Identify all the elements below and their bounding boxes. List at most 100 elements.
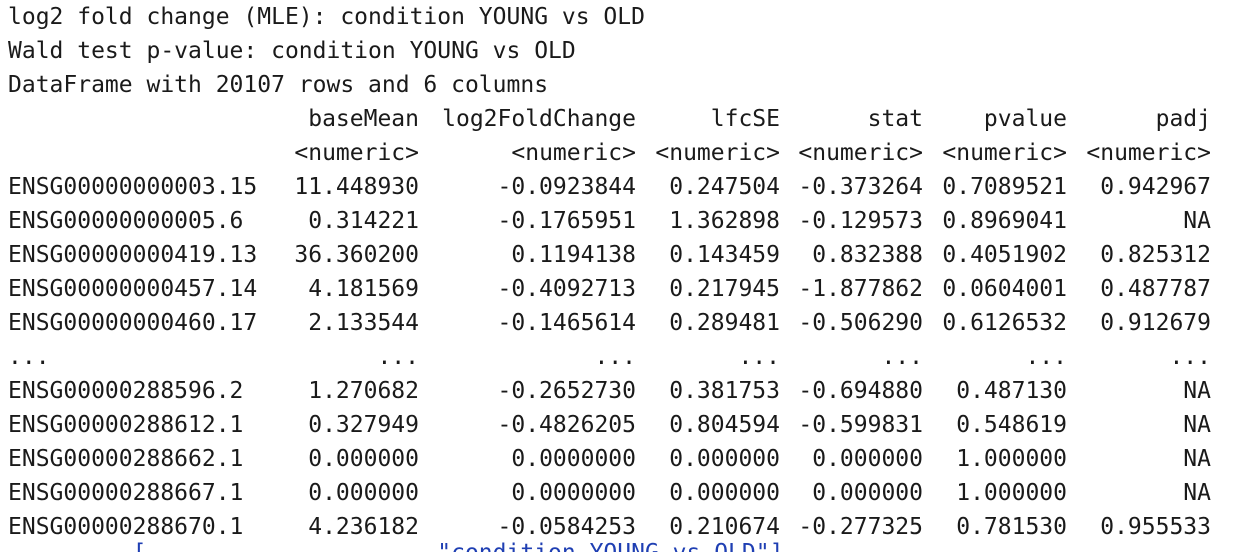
table-row: ENSG00000000003.15 11.448930 -0.0923844 … — [8, 170, 1228, 204]
padj-cell: 0.487787 — [1100, 276, 1211, 302]
pvalue-cell: 0.0604001 — [942, 276, 1067, 302]
pvalue-cell: 1.000000 — [956, 480, 1067, 506]
table-row: ENSG00000288596.2 1.270682 -0.2652730 0.… — [8, 374, 1228, 408]
stat-cell: -0.129573 — [798, 208, 923, 234]
log2foldchange-cell: -0.2652730 — [497, 378, 636, 404]
lfcse-cell: 0.247504 — [669, 174, 780, 200]
column-header-log2foldchange: log2FoldChange — [442, 106, 636, 132]
log2foldchange-cell: -0.0923844 — [497, 174, 636, 200]
table-row: ENSG00000000460.17 2.133544 -0.1465614 0… — [8, 306, 1228, 340]
column-header-stat: stat — [867, 106, 923, 132]
lfcse-cell: 1.362898 — [669, 208, 780, 234]
log2foldchange-cell: -0.1465614 — [497, 310, 636, 336]
log2foldchange-cell: 0.1194138 — [511, 242, 636, 268]
console-output: log2 fold change (MLE): condition YOUNG … — [8, 0, 1228, 544]
lfcse-cell: 0.217945 — [669, 276, 780, 302]
lfcse-cell: 0.381753 — [669, 378, 780, 404]
gene-id-cell: ENSG00000000460.17 — [8, 310, 258, 336]
basemean-cell: 1.270682 — [308, 378, 419, 404]
stat-cell: 0.000000 — [812, 480, 923, 506]
gene-id-cell: ENSG00000000457.14 — [8, 276, 258, 302]
column-header-padj: padj — [1155, 106, 1211, 132]
stat-cell: -0.373264 — [798, 174, 923, 200]
padj-cell: NA — [1183, 480, 1211, 506]
padj-cell: NA — [1183, 412, 1211, 438]
lfcse-cell: 0.000000 — [669, 480, 780, 506]
basemean-cell: 0.327949 — [308, 412, 419, 438]
column-type-log2foldchange: <numeric> — [511, 140, 636, 166]
log2foldchange-cell: -0.4092713 — [497, 276, 636, 302]
gene-id-cell: ENSG00000000419.13 — [8, 242, 258, 268]
column-type-pvalue: <numeric> — [942, 140, 1067, 166]
ellipsis-cell: ... — [1025, 344, 1067, 370]
column-header-pvalue: pvalue — [983, 106, 1067, 132]
stat-cell: -0.599831 — [798, 412, 923, 438]
basemean-cell: 0.000000 — [308, 446, 419, 472]
stat-cell: -1.877862 — [798, 276, 923, 302]
test-description: Wald test p-value: condition YOUNG vs OL… — [8, 38, 576, 64]
basemean-cell: 4.181569 — [308, 276, 419, 302]
ellipsis-cell: ... — [8, 344, 50, 370]
log2foldchange-cell: -0.4826205 — [497, 412, 636, 438]
ellipsis-cell: ... — [1169, 344, 1211, 370]
log2foldchange-cell: -0.1765951 — [497, 208, 636, 234]
table-type-row: <numeric> <numeric> <numeric> <numeric> … — [8, 136, 1228, 170]
dataframe-summary: DataFrame with 20107 rows and 6 columns — [8, 72, 549, 98]
gene-id-cell: ENSG00000288612.1 — [8, 412, 244, 438]
pvalue-cell: 0.548619 — [956, 412, 1067, 438]
table-row: ENSG00000000005.6 0.314221 -0.1765951 1.… — [8, 204, 1228, 238]
column-type-lfcse: <numeric> — [655, 140, 780, 166]
padj-cell: NA — [1183, 378, 1211, 404]
pvalue-cell: 0.6126532 — [942, 310, 1067, 336]
pvalue-cell: 0.4051902 — [942, 242, 1067, 268]
column-header-rowname — [8, 102, 283, 136]
basemean-cell: 0.314221 — [308, 208, 419, 234]
gene-id-cell: ENSG00000288596.2 — [8, 378, 244, 404]
gene-id-cell: ENSG00000288667.1 — [8, 480, 244, 506]
table-row: ENSG00000288612.1 0.327949 -0.4826205 0.… — [8, 408, 1228, 442]
results-description: log2 fold change (MLE): condition YOUNG … — [8, 4, 645, 30]
lfcse-cell: 0.289481 — [669, 310, 780, 336]
column-header-basemean: baseMean — [308, 106, 419, 132]
column-header-lfcse: lfcSE — [710, 106, 780, 132]
column-type-stat: <numeric> — [798, 140, 923, 166]
column-type-padj: <numeric> — [1086, 140, 1211, 166]
pvalue-cell: 0.487130 — [956, 378, 1067, 404]
table-row: ENSG00000000419.13 36.360200 0.1194138 0… — [8, 238, 1228, 272]
ellipsis-cell: ... — [377, 344, 419, 370]
log2foldchange-cell: 0.0000000 — [511, 446, 636, 472]
column-type-basemean: <numeric> — [294, 140, 419, 166]
basemean-cell: 11.448930 — [294, 174, 419, 200]
padj-cell: 0.912679 — [1100, 310, 1211, 336]
stat-cell: -0.506290 — [798, 310, 923, 336]
table-header-row: baseMean log2FoldChange lfcSE stat pvalu… — [8, 102, 1228, 136]
gene-id-cell: ENSG00000288662.1 — [8, 446, 244, 472]
table-row: ENSG00000288667.1 0.000000 0.0000000 0.0… — [8, 476, 1228, 510]
basemean-cell: 36.360200 — [294, 242, 419, 268]
padj-cell: NA — [1183, 208, 1211, 234]
stat-cell: 0.832388 — [812, 242, 923, 268]
column-type-rowname — [8, 136, 283, 170]
padj-cell: 0.942967 — [1100, 174, 1211, 200]
stat-cell: -0.694880 — [798, 378, 923, 404]
padj-cell: NA — [1183, 446, 1211, 472]
table-ellipsis-row: ... ... ... ... ... ... ... — [8, 340, 1228, 374]
pvalue-cell: 0.8969041 — [942, 208, 1067, 234]
padj-cell: 0.825312 — [1100, 242, 1211, 268]
ellipsis-cell: ... — [594, 344, 636, 370]
ellipsis-cell: ... — [881, 344, 923, 370]
pvalue-cell: 1.000000 — [956, 446, 1067, 472]
lfcse-cell: 0.000000 — [669, 446, 780, 472]
lfcse-cell: 0.143459 — [669, 242, 780, 268]
table-row: ENSG00000288662.1 0.000000 0.0000000 0.0… — [8, 442, 1228, 476]
lfcse-cell: 0.804594 — [669, 412, 780, 438]
stat-cell: 0.000000 — [812, 446, 923, 472]
basemean-cell: 2.133544 — [308, 310, 419, 336]
gene-id-cell: ENSG00000000005.6 — [8, 208, 244, 234]
next-command-line-clipped: [... ... ... "condition YOUNG vs OLD"] — [8, 538, 1228, 552]
table-row: ENSG00000000457.14 4.181569 -0.4092713 0… — [8, 272, 1228, 306]
log2foldchange-cell: 0.0000000 — [511, 480, 636, 506]
gene-id-cell: ENSG00000000003.15 — [8, 174, 258, 200]
basemean-cell: 0.000000 — [308, 480, 419, 506]
pvalue-cell: 0.7089521 — [942, 174, 1067, 200]
